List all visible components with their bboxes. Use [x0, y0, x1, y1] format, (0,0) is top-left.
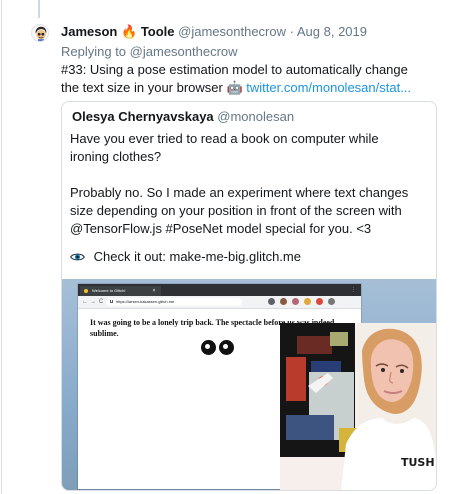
- svg-text:TUSH: TUSH: [401, 456, 435, 469]
- tracker-eye-icon: [219, 340, 234, 355]
- robot-icon: 🤖: [226, 80, 243, 95]
- browser-tab[interactable]: Welcome to Glitch! ×: [80, 286, 161, 296]
- extension-icon[interactable]: [280, 298, 287, 305]
- tweet-text: #33: Using a pose estimation model to au…: [61, 61, 426, 97]
- replying-to-line: Replying to @jamesonthecrow: [61, 43, 451, 61]
- replying-prefix: Replying to: [61, 44, 127, 59]
- browser-addressbar: ← → C https://larsen-kakassen.glitch.me: [78, 296, 361, 309]
- left-page-border: [1, 0, 2, 494]
- thread-connector-line: [38, 0, 40, 18]
- glitch-tab-icon: [84, 289, 88, 293]
- quoted-tweet-text: Have you ever tried to read a book on co…: [70, 130, 420, 238]
- webcam-person-image: TUSH: [280, 323, 436, 490]
- quoted-tweet-header: Olesya Chernyavskaya @monolesan: [72, 108, 294, 126]
- profile-icon[interactable]: [328, 298, 335, 305]
- check-it-out-text[interactable]: Check it out: make-me-big.glitch.me: [94, 249, 301, 264]
- quoted-paragraph-2: Probably no. So I made an experiment whe…: [70, 185, 409, 236]
- author-first-name: Jameson: [61, 24, 118, 39]
- author-handle[interactable]: @jamesonthecrow: [178, 24, 286, 39]
- fire-icon: 🔥: [121, 24, 138, 39]
- quoted-tweet-card[interactable]: Olesya Chernyavskaya @monolesan Have you…: [61, 101, 437, 491]
- browser-menu-icon[interactable]: ⋮: [351, 287, 356, 293]
- extension-icon[interactable]: [292, 298, 299, 305]
- forward-icon[interactable]: →: [89, 298, 97, 306]
- tab-close-icon[interactable]: ×: [151, 286, 157, 296]
- tweet-header: Jameson 🔥 Toole @jamesonthecrow · Aug 8,…: [61, 22, 451, 42]
- extension-icon[interactable]: [304, 298, 311, 305]
- author-last-name: Toole: [140, 24, 175, 39]
- browser-titlebar: Welcome to Glitch! × ⋮: [78, 284, 361, 296]
- quoted-author-handle[interactable]: @monolesan: [217, 109, 294, 124]
- replying-to-handle[interactable]: @jamesonthecrow: [130, 44, 238, 59]
- tweet-content: Jameson 🔥 Toole @jamesonthecrow · Aug 8,…: [61, 22, 451, 97]
- header-separator: ·: [289, 24, 294, 39]
- back-icon[interactable]: ←: [81, 298, 89, 306]
- browser-tab-title: Welcome to Glitch!: [92, 288, 126, 293]
- quoted-author-name[interactable]: Olesya Chernyavskaya: [72, 109, 214, 124]
- tracker-eye-icon: [201, 340, 216, 355]
- extension-icon[interactable]: [268, 298, 275, 305]
- tweet-link[interactable]: twitter.com/monolesan/stat...: [246, 80, 411, 95]
- reload-icon[interactable]: C: [97, 298, 105, 306]
- jameson-avatar-icon: [33, 26, 48, 41]
- jameson-avatar[interactable]: [31, 24, 49, 42]
- author-name[interactable]: Jameson 🔥 Toole: [61, 24, 178, 39]
- eye-icon: [70, 249, 85, 261]
- extension-icon[interactable]: [316, 298, 323, 305]
- address-text: https://larsen-kakassen.glitch.me: [116, 299, 175, 304]
- quoted-media-screenshot[interactable]: Welcome to Glitch! × ⋮ ← → C https://lar…: [62, 279, 436, 490]
- tweet-date[interactable]: Aug 8, 2019: [297, 24, 367, 39]
- quoted-paragraph-1: Have you ever tried to read a book on co…: [70, 131, 379, 164]
- address-field[interactable]: https://larsen-kakassen.glitch.me: [106, 298, 242, 306]
- check-it-out-line: Check it out: make-me-big.glitch.me: [70, 248, 301, 266]
- twitter-embed-screenshot: Jameson 🔥 Toole @jamesonthecrow · Aug 8,…: [0, 0, 459, 494]
- lock-icon: [110, 300, 113, 303]
